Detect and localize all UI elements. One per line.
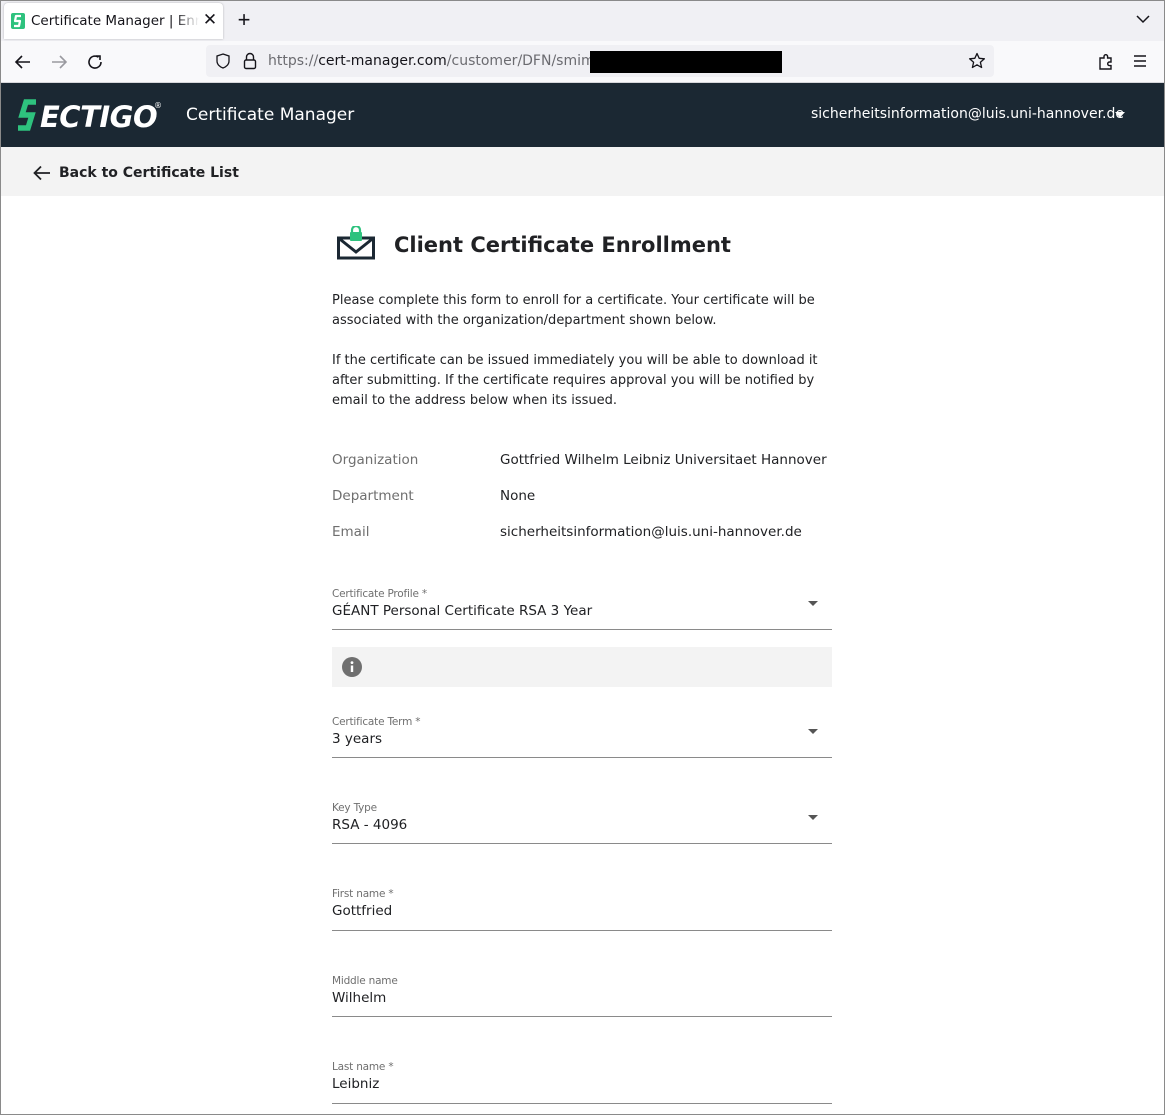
caret-down-icon	[808, 815, 818, 820]
address-bar[interactable]: https://cert-manager.com/customer/DFN/sm…	[206, 45, 994, 77]
caret-down-icon	[808, 601, 818, 606]
organization-label: Organization	[332, 452, 419, 468]
user-menu[interactable]: sicherheitsinformation@luis.uni-hannover…	[811, 106, 1124, 122]
svg-text:®: ®	[154, 101, 162, 110]
certificate-profile-select[interactable]: Certificate Profile * GÉANT Personal Cer…	[332, 588, 832, 630]
key-type-select[interactable]: Key Type RSA - 4096	[332, 802, 832, 844]
organization-value: Gottfried Wilhelm Leibniz Universitaet H…	[500, 452, 827, 468]
first-name-value: Gottfried	[332, 903, 393, 919]
email-label: Email	[332, 524, 370, 540]
tab-title: Certificate Manager | Enrollment	[31, 13, 199, 29]
email-row: Email sicherheitsinformation@luis.uni-ha…	[332, 524, 832, 544]
last-name-field[interactable]: Last name * Leibniz	[332, 1061, 832, 1104]
first-name-field[interactable]: First name * Gottfried	[332, 888, 832, 931]
intro-paragraph: Please complete this form to enroll for …	[332, 293, 815, 328]
key-type-label: Key Type	[332, 802, 377, 814]
forward-icon[interactable]	[49, 52, 69, 72]
info-icon	[342, 657, 362, 677]
arrow-left-icon	[33, 165, 50, 181]
middle-name-label: Middle name	[332, 975, 398, 987]
certificate-profile-label: Certificate Profile *	[332, 588, 427, 600]
hamburger-menu-icon[interactable]	[1132, 53, 1148, 69]
email-value: sicherheitsinformation@luis.uni-hannover…	[500, 524, 802, 540]
intro-text: Please complete this form to enroll for …	[332, 291, 832, 431]
last-name-value: Leibniz	[332, 1076, 380, 1092]
chevron-down-icon[interactable]	[1135, 11, 1151, 27]
back-link-label: Back to Certificate List	[59, 165, 239, 181]
bookmark-star-icon[interactable]	[968, 52, 986, 70]
back-to-list-link[interactable]: Back to Certificate List	[33, 163, 239, 183]
tracking-protection-shield-icon[interactable]	[215, 53, 231, 69]
first-name-label: First name *	[332, 888, 394, 900]
lock-icon[interactable]	[243, 52, 257, 70]
department-value: None	[500, 488, 536, 504]
browser-tab-strip: Certificate Manager | Enrollment ✕ +	[1, 1, 1164, 41]
app-name: Certificate Manager	[186, 105, 355, 125]
sectigo-favicon-icon	[11, 13, 25, 29]
department-row: Department None	[332, 488, 832, 508]
certificate-profile-value: GÉANT Personal Certificate RSA 3 Year	[332, 603, 593, 619]
url-text: https://cert-manager.com/customer/DFN/sm…	[268, 53, 608, 69]
secure-envelope-icon	[337, 226, 375, 260]
caret-down-icon	[808, 729, 818, 734]
redacted-url-segment	[590, 51, 782, 73]
organization-row: Organization Gottfried Wilhelm Leibniz U…	[332, 452, 832, 472]
new-tab-button[interactable]: +	[234, 9, 254, 31]
back-bar: Back to Certificate List	[1, 147, 1164, 196]
sectigo-logo[interactable]: ECTIGO ®	[18, 99, 164, 131]
back-icon[interactable]	[13, 52, 33, 72]
tab-close-icon[interactable]: ✕	[202, 11, 218, 29]
intro-paragraph: If the certificate can be issued immedia…	[332, 353, 818, 408]
certificate-term-value: 3 years	[332, 731, 383, 747]
app-header: ECTIGO ® Certificate Manager sicherheits…	[1, 83, 1164, 147]
certificate-term-select[interactable]: Certificate Term * 3 years	[332, 716, 832, 758]
svg-text:ECTIGO: ECTIGO	[40, 100, 157, 131]
department-label: Department	[332, 488, 414, 504]
extensions-puzzle-icon[interactable]	[1096, 52, 1116, 72]
page-title: Client Certificate Enrollment	[394, 233, 731, 257]
reload-icon[interactable]	[85, 52, 105, 72]
middle-name-field[interactable]: Middle name Wilhelm	[332, 975, 832, 1017]
certificate-term-label: Certificate Term *	[332, 716, 421, 728]
browser-nav-bar: https://cert-manager.com/customer/DFN/sm…	[1, 41, 1164, 83]
browser-tab[interactable]: Certificate Manager | Enrollment ✕	[4, 3, 223, 39]
profile-info-box	[332, 647, 832, 687]
caret-down-icon[interactable]	[1114, 111, 1126, 119]
key-type-value: RSA - 4096	[332, 817, 408, 833]
middle-name-value: Wilhelm	[332, 990, 387, 1006]
last-name-label: Last name *	[332, 1061, 394, 1073]
